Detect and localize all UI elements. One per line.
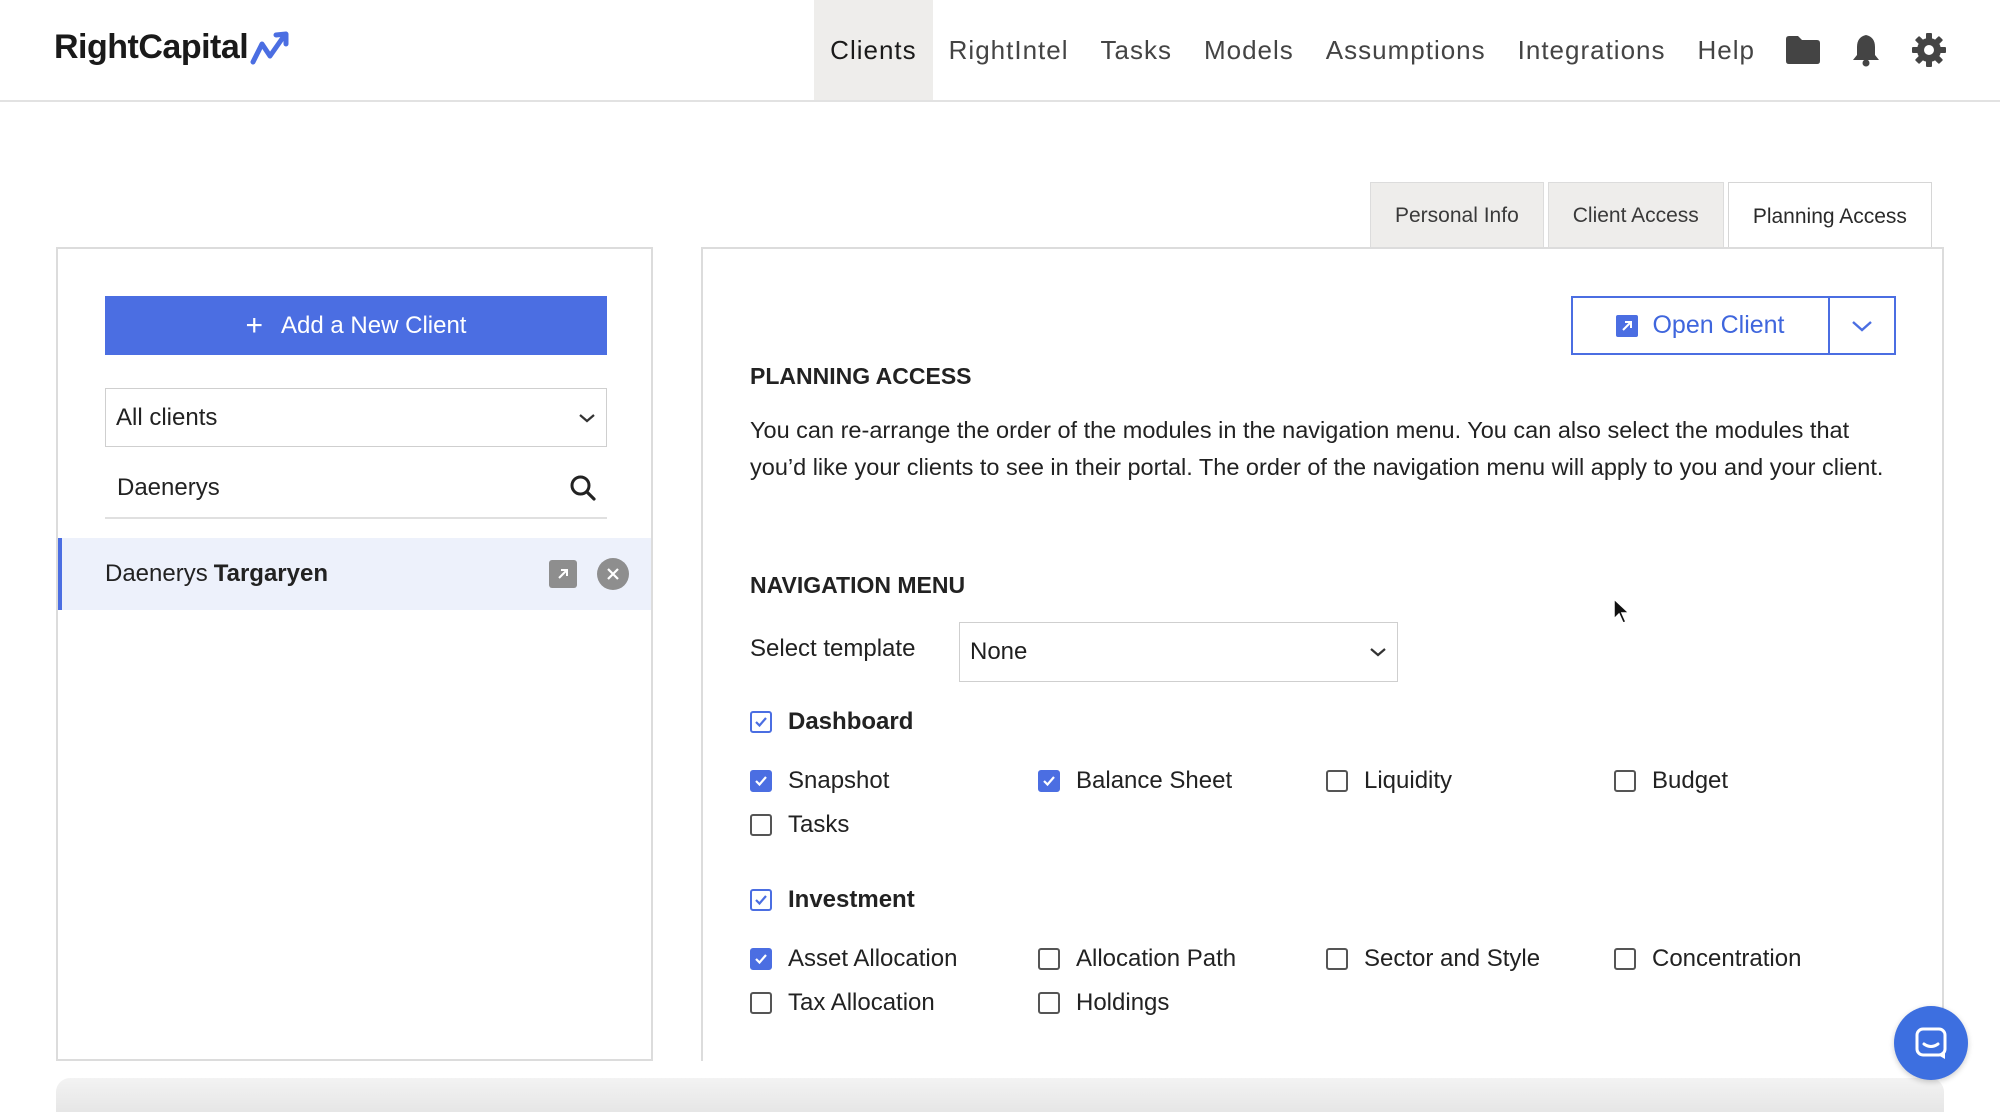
chevron-down-icon [1370, 648, 1386, 657]
snapshot-label: Snapshot [788, 767, 890, 794]
nav-item-integrations[interactable]: Integrations [1502, 0, 1682, 100]
tasks-checkbox[interactable]: Tasks [750, 811, 849, 839]
checkbox-checked-icon [750, 770, 772, 792]
checkbox-unchecked-icon [1038, 948, 1060, 970]
open-client-button[interactable]: Open Client [1573, 298, 1828, 353]
dashboard-group-checkbox[interactable]: Dashboard [750, 708, 913, 736]
balance-sheet-label: Balance Sheet [1076, 767, 1233, 794]
checkbox-unchecked-icon [1038, 992, 1060, 1014]
nav-item-clients[interactable]: Clients [814, 0, 933, 100]
sector-and-style-checkbox[interactable]: Sector and Style [1326, 945, 1540, 973]
plus-icon: + [245, 308, 264, 342]
logo-arrow-icon [250, 31, 289, 64]
investment-group-label: Investment [788, 886, 915, 913]
client-last-name: Targaryen [213, 560, 328, 587]
budget-label: Budget [1652, 767, 1729, 794]
nav-item-help[interactable]: Help [1682, 0, 1771, 100]
checkbox-unchecked-icon [1614, 770, 1636, 792]
dashboard-group-label: Dashboard [788, 708, 914, 735]
planning-access-title: PLANNING ACCESS [750, 363, 972, 389]
allocation-path-checkbox[interactable]: Allocation Path [1038, 945, 1236, 973]
checkbox-checked-icon [750, 948, 772, 970]
checkbox-unchecked-icon [750, 992, 772, 1014]
open-client-dropdown[interactable] [1828, 298, 1894, 353]
checkbox-unchecked-icon [1326, 948, 1348, 970]
concentration-label: Concentration [1652, 945, 1802, 972]
asset-allocation-label: Asset Allocation [788, 945, 958, 972]
sector-and-style-label: Sector and Style [1364, 945, 1541, 972]
chat-icon [1915, 1027, 1947, 1059]
client-row-actions [549, 538, 629, 610]
snapshot-checkbox[interactable]: Snapshot [750, 767, 889, 795]
allocation-path-label: Allocation Path [1076, 945, 1237, 972]
select-template-label: Select template [750, 635, 916, 662]
holdings-checkbox[interactable]: Holdings [1038, 989, 1169, 1017]
gear-icon[interactable] [1897, 0, 1960, 100]
folder-icon[interactable] [1771, 0, 1834, 100]
client-first-name: Daenerys [105, 560, 208, 587]
nav-item-tasks[interactable]: Tasks [1085, 0, 1188, 100]
open-client-split-button: Open Client [1571, 296, 1896, 355]
template-select-value: None [970, 638, 1028, 665]
chevron-down-icon [1852, 320, 1872, 332]
budget-checkbox[interactable]: Budget [1614, 767, 1728, 795]
nav-item-assumptions[interactable]: Assumptions [1310, 0, 1502, 100]
tab-client-access[interactable]: Client Access [1547, 182, 1724, 248]
nav-item-rightintel[interactable]: RightIntel [933, 0, 1085, 100]
planning-access-description: You can re-arrange the order of the modu… [750, 417, 1884, 480]
tax-allocation-checkbox[interactable]: Tax Allocation [750, 989, 935, 1017]
top-navbar: RightCapital Clients RightIntel Tasks Mo… [0, 0, 2000, 102]
open-external-icon[interactable] [549, 560, 577, 588]
tab-personal-info[interactable]: Personal Info [1370, 182, 1544, 248]
main-nav: Clients RightIntel Tasks Models Assumpti… [814, 0, 2000, 100]
nav-item-models[interactable]: Models [1188, 0, 1310, 100]
checkbox-checked-icon [750, 889, 772, 911]
client-list-panel: + Add a New Client All clients Daenerys … [56, 247, 653, 1061]
liquidity-checkbox[interactable]: Liquidity [1326, 767, 1452, 795]
search-icon[interactable] [569, 474, 597, 502]
add-new-client-button[interactable]: + Add a New Client [105, 296, 607, 355]
chevron-down-icon [579, 413, 595, 422]
add-new-client-label: Add a New Client [281, 311, 467, 339]
client-search [105, 459, 607, 519]
logo[interactable]: RightCapital [54, 28, 292, 67]
chat-launcher-button[interactable] [1894, 1006, 1968, 1080]
client-list-item[interactable]: Daenerys Targaryen [58, 538, 651, 610]
mouse-cursor-icon [1613, 597, 1631, 624]
bell-icon[interactable] [1834, 0, 1897, 100]
search-input[interactable] [115, 473, 539, 503]
checkbox-unchecked-icon [1614, 948, 1636, 970]
client-tabs: Personal Info Client Access Planning Acc… [1366, 182, 1932, 251]
open-client-label: Open Client [1652, 311, 1785, 339]
checkbox-unchecked-icon [1326, 770, 1348, 792]
open-external-icon [1616, 314, 1639, 337]
tax-allocation-label: Tax Allocation [788, 989, 935, 1016]
client-filter-value: All clients [116, 403, 218, 431]
template-select[interactable]: None [959, 622, 1398, 682]
concentration-checkbox[interactable]: Concentration [1614, 945, 1801, 973]
navigation-menu-title: NAVIGATION MENU [750, 572, 966, 598]
tab-planning-access[interactable]: Planning Access [1727, 182, 1932, 251]
balance-sheet-checkbox[interactable]: Balance Sheet [1038, 767, 1232, 795]
page-bottom-edge [56, 1078, 1944, 1112]
investment-group-checkbox[interactable]: Investment [750, 886, 915, 914]
holdings-label: Holdings [1076, 989, 1170, 1016]
remove-client-icon[interactable] [597, 558, 629, 590]
planning-access-panel: Open Client PLANNING ACCESS You can re-a… [701, 247, 1944, 1061]
checkbox-unchecked-icon [750, 814, 772, 836]
asset-allocation-checkbox[interactable]: Asset Allocation [750, 945, 957, 973]
checkbox-checked-icon [1038, 770, 1060, 792]
brand-name: RightCapital [54, 28, 249, 66]
client-filter-select[interactable]: All clients [105, 388, 607, 447]
liquidity-label: Liquidity [1364, 767, 1453, 794]
tasks-label: Tasks [788, 811, 850, 838]
checkbox-checked-icon [750, 711, 772, 733]
